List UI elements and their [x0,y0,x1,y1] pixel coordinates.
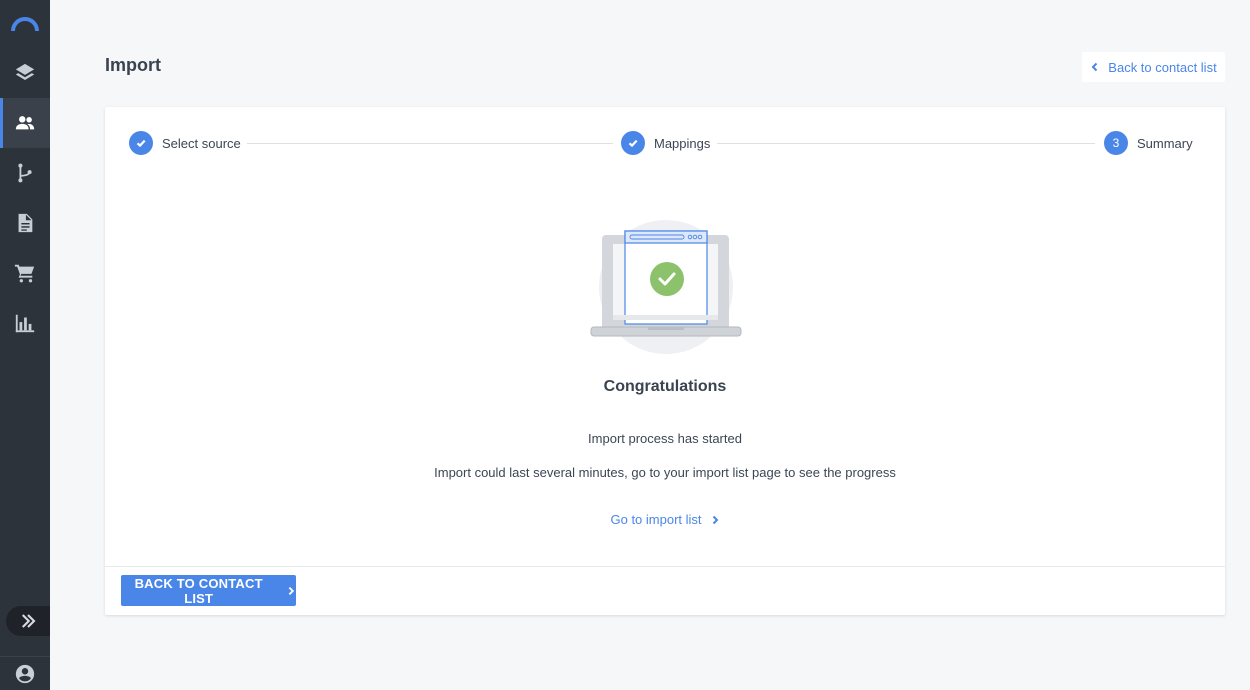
sidebar-item-layers[interactable] [0,48,50,98]
sidebar-item-workflow[interactable] [0,148,50,198]
back-to-contact-list-link[interactable]: Back to contact list [1082,52,1225,82]
layers-icon [15,63,35,81]
success-message: Import process has started [588,431,742,446]
expand-sidebar-button[interactable] [6,606,50,636]
button-label: BACK TO CONTACT LIST [134,575,263,606]
document-icon [18,213,33,233]
import-summary-card: Select source Mappings 3 Summary Congrat… [105,107,1225,615]
step-label: Mappings [654,135,711,151]
chevron-right-icon [289,586,295,595]
sidebar [0,0,50,690]
sidebar-item-documents[interactable] [0,198,50,248]
laptop-success-illustration [590,220,742,354]
sidebar-item-reports[interactable] [0,298,50,348]
success-heading: Congratulations [603,378,727,395]
app-logo[interactable] [0,0,50,48]
contacts-icon [15,116,35,130]
card-footer-divider [105,566,1225,567]
page-title: Import [105,55,161,75]
step-label: Select source [162,135,241,151]
step-summary: 3 Summary [1104,131,1193,155]
step-mappings: Mappings [621,131,710,155]
go-to-import-list-link[interactable]: Go to import list [105,512,1225,527]
step-done-badge [621,131,645,155]
user-avatar-icon [15,664,35,683]
success-check-circle [650,262,684,296]
step-connector [247,143,613,144]
check-icon [136,139,146,148]
sidebar-item-ecommerce[interactable] [0,248,50,298]
double-chevron-right-icon [22,614,36,628]
import-link-label: Go to import list [610,512,702,527]
workflow-icon [18,163,32,183]
success-detail: Import could last several minutes, go to… [434,465,896,480]
cart-icon [14,264,35,283]
back-to-contact-list-button[interactable]: BACK TO CONTACT LIST [121,575,296,606]
check-icon [628,139,638,148]
step-connector [717,143,1095,144]
logo-icon [11,17,39,32]
sidebar-item-contacts[interactable] [0,98,50,148]
step-select-source: Select source [129,131,241,155]
chevron-right-icon [712,515,718,524]
user-account-button[interactable] [0,656,50,690]
back-link-label: Back to contact list [1108,59,1217,75]
chevron-left-icon [1091,62,1098,72]
bar-chart-icon [15,314,35,333]
step-done-badge [129,131,153,155]
step-label: Summary [1137,135,1193,151]
step-number-badge: 3 [1104,131,1128,155]
